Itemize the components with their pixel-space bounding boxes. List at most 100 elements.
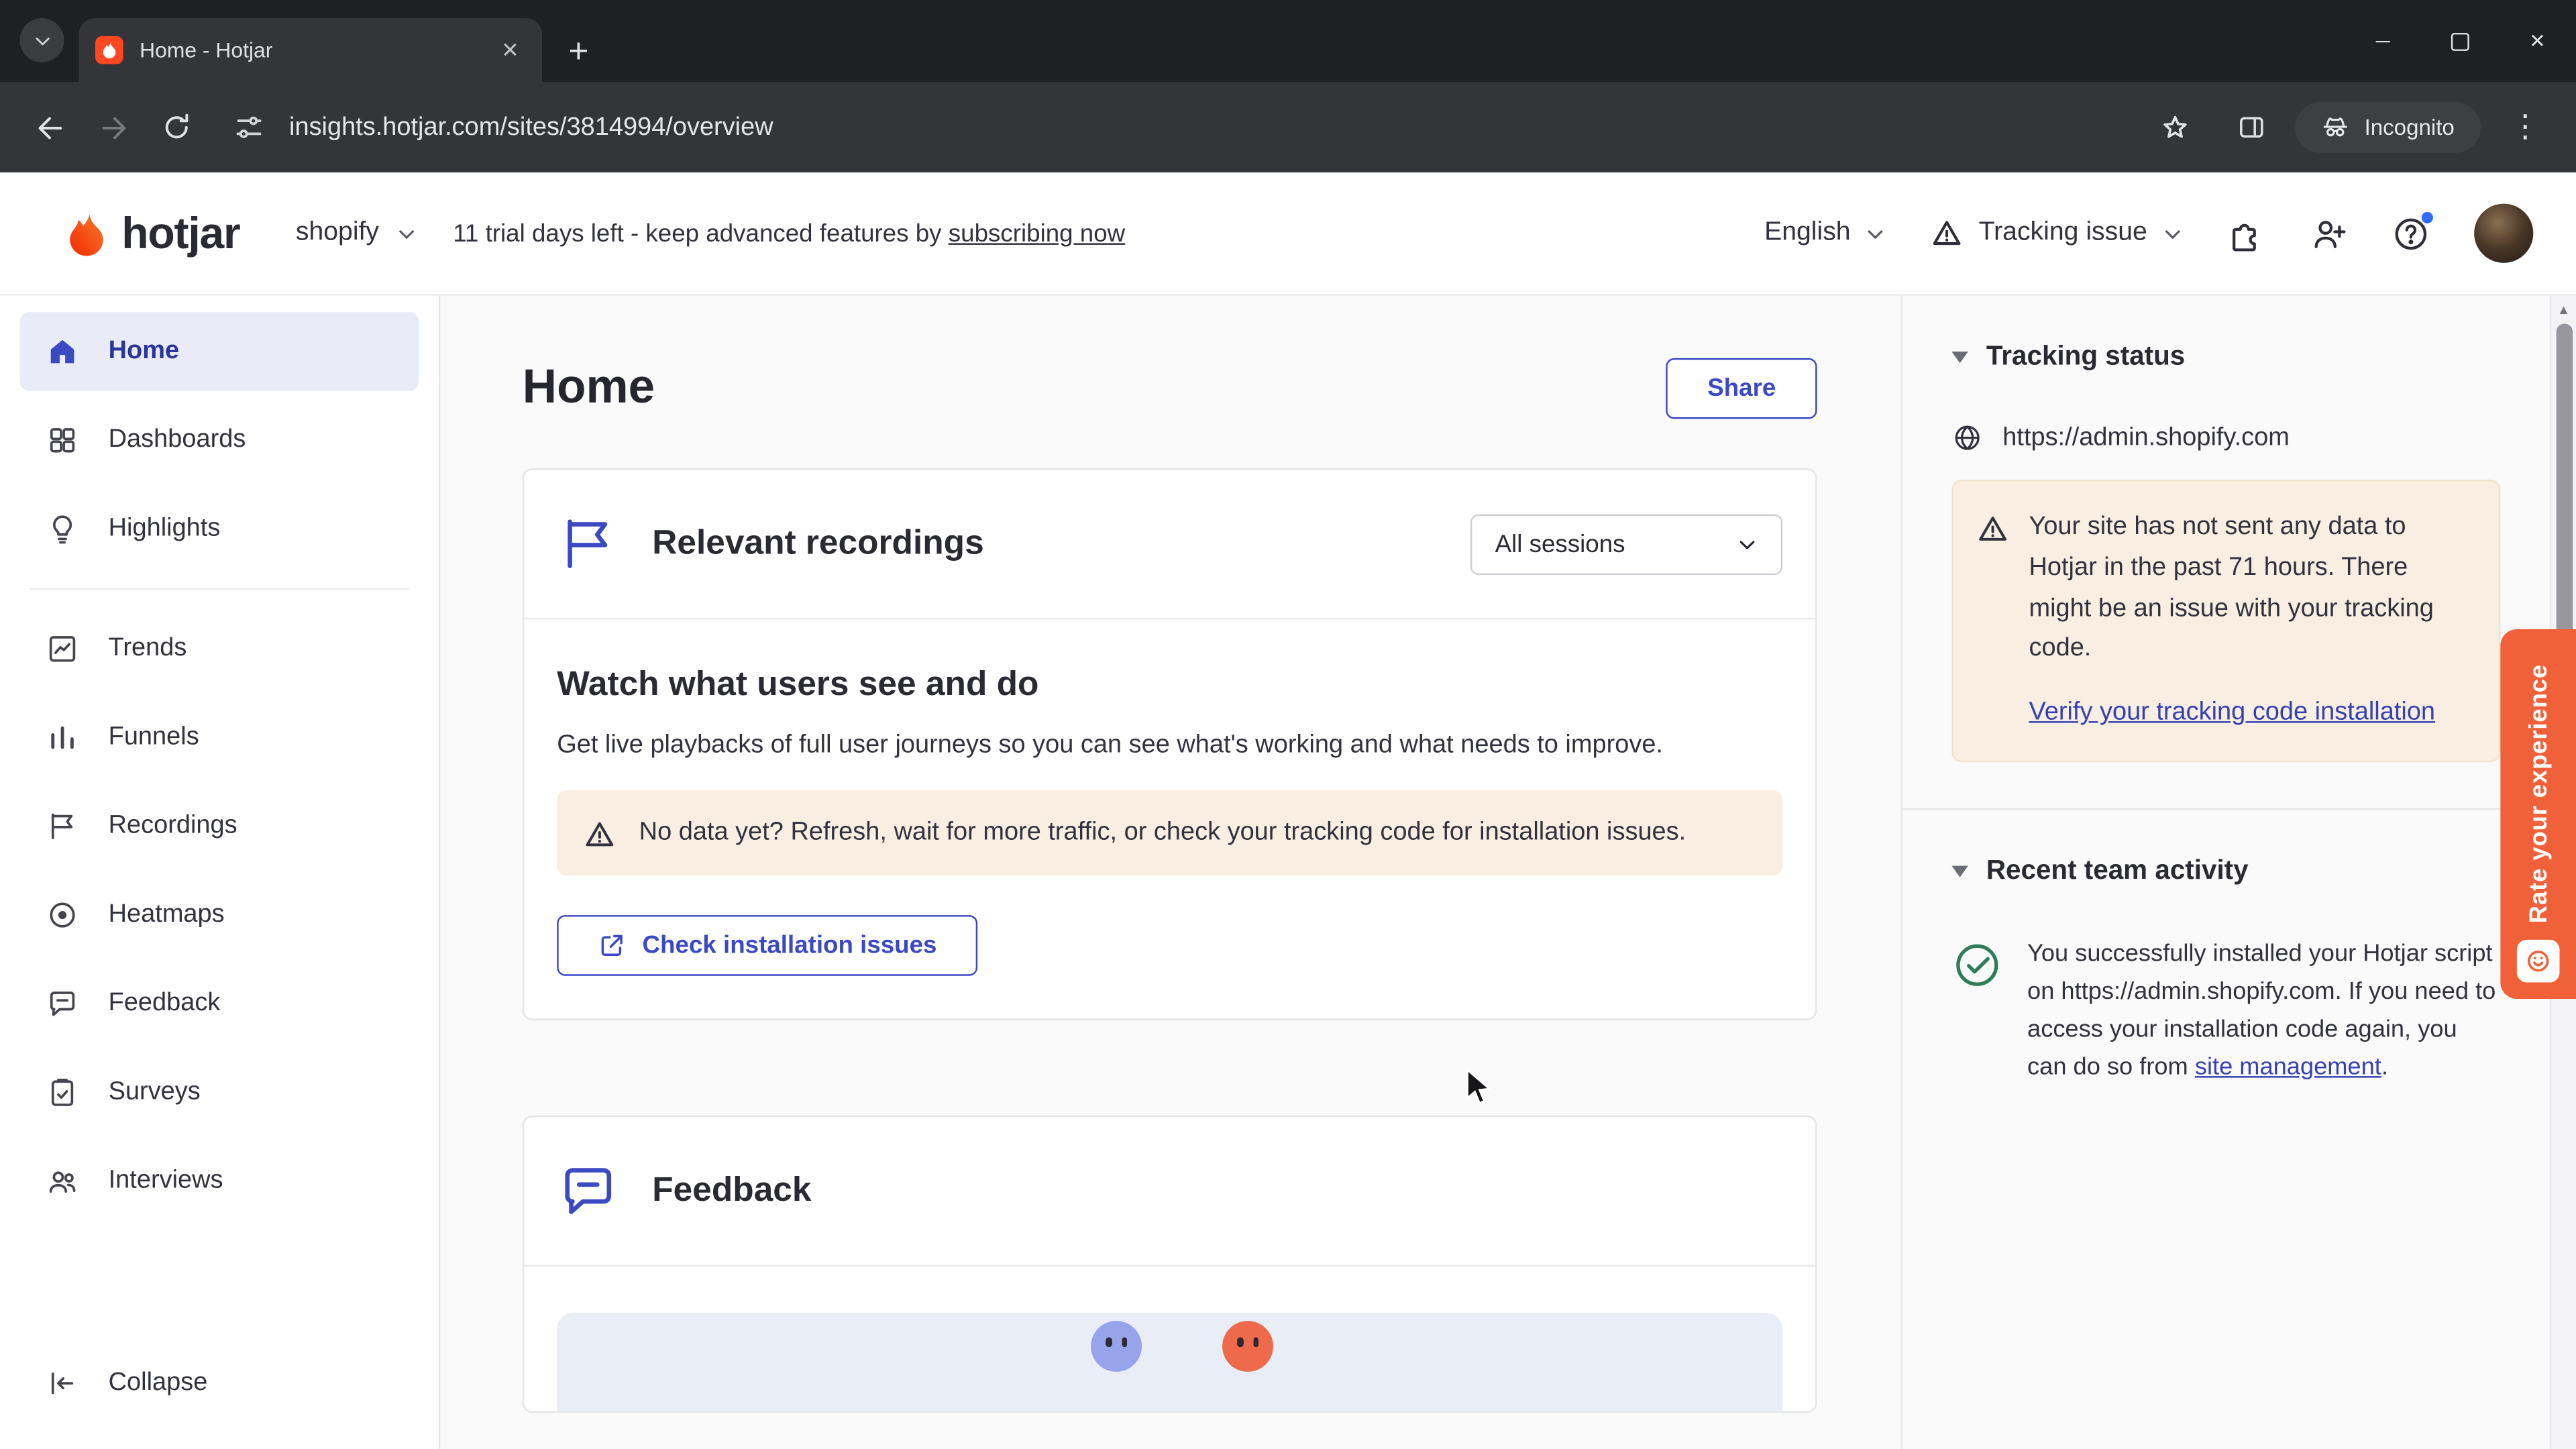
collapse-triangle-icon <box>1951 352 1968 364</box>
person-add-icon <box>2314 220 2346 248</box>
back-arrow-icon <box>38 116 62 139</box>
site-selector[interactable]: shopify <box>296 219 417 248</box>
feedback-widget-icon <box>2516 939 2560 983</box>
sidebar-item-dashboards[interactable]: Dashboards <box>19 401 419 480</box>
tab-close-icon[interactable]: ✕ <box>494 37 525 63</box>
feedback-bubble-icon <box>565 1168 612 1214</box>
forward-button[interactable] <box>82 96 144 158</box>
interviews-people-icon <box>49 1171 76 1193</box>
check-installation-button[interactable]: Check installation issues <box>557 915 978 976</box>
maximize-icon <box>2451 32 2469 50</box>
rate-experience-label: Rate your experience <box>2524 664 2553 924</box>
side-panel-icon[interactable] <box>2220 96 2282 158</box>
sidebar-item-home[interactable]: Home <box>19 312 419 391</box>
url-bar[interactable]: insights.hotjar.com/sites/3814994/overvi… <box>289 113 2144 142</box>
sidebar-item-label: Surveys <box>108 1077 201 1106</box>
sidebar-item-feedback[interactable]: Feedback <box>19 965 419 1044</box>
sidebar-item-funnels[interactable]: Funnels <box>19 698 419 777</box>
activity-item: You successfully installed your Hotjar s… <box>1951 936 2500 1087</box>
window-minimize-button[interactable]: ─ <box>2345 0 2422 82</box>
share-button[interactable]: Share <box>1666 358 1817 419</box>
sessions-filter-dropdown[interactable]: All sessions <box>1470 513 1783 574</box>
tracking-issue-menu[interactable]: Tracking issue <box>1931 217 2184 250</box>
collapse-triangle-icon <box>1951 865 1968 877</box>
scrollbar-up-arrow[interactable]: ▲ <box>2551 303 2576 317</box>
relevant-recordings-card: Relevant recordings All sessions Watch w… <box>522 468 1817 1020</box>
browser-menu-icon[interactable]: ⋮ <box>2494 96 2557 158</box>
language-selector[interactable]: English <box>1764 219 1886 248</box>
rate-experience-tab[interactable]: Rate your experience <box>2500 629 2576 999</box>
card-title: Feedback <box>652 1171 812 1210</box>
window-maximize-button[interactable] <box>2422 0 2499 82</box>
site-info-icon[interactable] <box>220 99 276 155</box>
trial-text: 11 trial days left - keep advanced featu… <box>453 219 942 248</box>
dashboards-grid-icon <box>50 428 75 453</box>
new-tab-button[interactable]: + <box>568 34 588 68</box>
hotjar-flame-icon <box>70 213 103 256</box>
user-avatar[interactable] <box>2474 203 2534 263</box>
subscribe-now-link[interactable]: subscribing now <box>949 219 1125 248</box>
tracking-status-header[interactable]: Tracking status <box>1951 341 2500 373</box>
emoji-sad-face <box>1091 1321 1142 1372</box>
hotjar-logo[interactable]: hotjar <box>62 208 241 259</box>
verify-tracking-link[interactable]: Verify your tracking code installation <box>2029 694 2435 735</box>
team-activity-title: Recent team activity <box>1986 855 2249 885</box>
sidebar-item-trends[interactable]: Trends <box>19 610 419 689</box>
sidebar-collapse-button[interactable]: Collapse <box>19 1344 419 1423</box>
bookmark-star-icon[interactable] <box>2144 96 2206 158</box>
site-management-link[interactable]: site management <box>2195 1055 2381 1081</box>
sidebar-item-interviews[interactable]: Interviews <box>19 1142 419 1221</box>
page-title: Home <box>522 361 655 415</box>
sidebar-item-label: Recordings <box>108 811 237 840</box>
sidebar-item-label: Home <box>108 337 180 365</box>
reload-icon <box>164 113 188 139</box>
warning-text: No data yet? Refresh, wait for more traf… <box>639 818 1686 847</box>
window-close-button[interactable]: ✕ <box>2499 0 2576 82</box>
reload-button[interactable] <box>145 96 207 158</box>
chevron-down-icon <box>1739 540 1755 549</box>
sidebar-item-label: Heatmaps <box>108 900 225 928</box>
recordings-flag-icon <box>568 519 608 568</box>
sidebar-item-label: Highlights <box>108 514 221 543</box>
browser-toolbar: insights.hotjar.com/sites/3814994/overvi… <box>0 82 2576 173</box>
sidebar-item-highlights[interactable]: Highlights <box>19 490 419 569</box>
sidebar-nav: Home Dashboards Highlights Trends Funnel… <box>0 295 441 1449</box>
tracked-site-url: https://admin.shopify.com <box>2002 423 2290 451</box>
feedback-preview-illustration <box>557 1312 1783 1411</box>
back-button[interactable] <box>19 96 82 158</box>
feedback-bubble-icon <box>50 991 75 1016</box>
scrollbar-thumb[interactable] <box>2556 323 2573 646</box>
sidebar-item-recordings[interactable]: Recordings <box>19 787 419 866</box>
warning-triangle-icon <box>586 822 614 847</box>
team-activity-header[interactable]: Recent team activity <box>1951 856 2500 888</box>
sidebar-item-heatmaps[interactable]: Heatmaps <box>19 875 419 955</box>
hotjar-favicon-icon <box>95 36 123 64</box>
warning-triangle-icon <box>1979 517 2007 541</box>
recordings-description: Get live playbacks of full user journeys… <box>557 731 1664 759</box>
content-area: Home Dashboards Highlights Trends Funnel… <box>0 295 2576 1449</box>
notification-dot <box>2420 209 2435 225</box>
funnels-bars-icon <box>51 726 74 749</box>
integrations-button[interactable] <box>2228 215 2265 252</box>
collapse-label: Collapse <box>108 1368 208 1397</box>
feedback-card: Feedback <box>522 1115 1817 1413</box>
no-data-warning-banner: No data yet? Refresh, wait for more traf… <box>557 790 1783 876</box>
help-button[interactable] <box>2392 209 2435 252</box>
tracking-issue-label: Tracking issue <box>1978 218 2147 247</box>
toolbar-right: Incognito ⋮ <box>2144 96 2556 158</box>
chevron-down-icon <box>398 229 414 238</box>
sidebar-item-surveys[interactable]: Surveys <box>19 1053 419 1132</box>
browser-tab[interactable]: Home - Hotjar ✕ <box>78 17 543 83</box>
warning-triangle-icon <box>1933 221 1962 246</box>
trial-banner: 11 trial days left - keep advanced featu… <box>453 219 1125 248</box>
card-title: Relevant recordings <box>652 524 984 562</box>
emoji-angry-face <box>1222 1321 1273 1372</box>
sidebar-item-label: Funnels <box>108 722 199 751</box>
sidebar-item-label: Interviews <box>108 1166 223 1195</box>
tab-search-button[interactable] <box>19 17 64 63</box>
forward-arrow-icon <box>102 116 126 139</box>
heatmaps-target-icon <box>50 902 75 928</box>
trends-chart-icon <box>49 636 76 662</box>
invite-user-button[interactable] <box>2310 215 2347 252</box>
browser-tab-strip: Home - Hotjar ✕ + ─ ✕ <box>0 0 2576 83</box>
